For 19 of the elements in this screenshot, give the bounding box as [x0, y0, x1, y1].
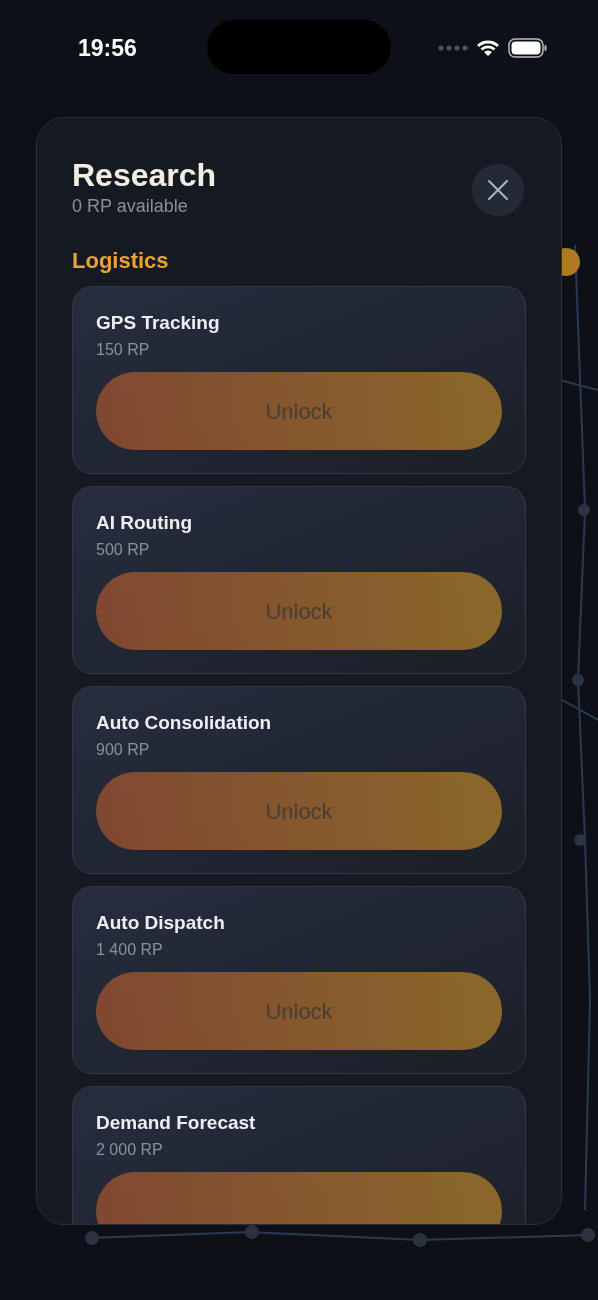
close-icon — [487, 179, 509, 201]
research-name: Auto Dispatch — [96, 911, 226, 935]
research-cost: 500 RP — [96, 540, 151, 560]
research-cost: 150 RP — [96, 340, 151, 360]
research-cost: 900 RP — [96, 740, 151, 760]
wifi-icon — [476, 39, 500, 57]
research-name: Demand Forecast — [96, 1111, 257, 1135]
close-button[interactable] — [472, 164, 524, 216]
research-cost: 1 400 RP — [96, 940, 164, 960]
panel-title: Research — [72, 156, 217, 194]
research-name: Auto Consolidation — [96, 711, 273, 735]
signal-icon — [438, 45, 468, 51]
research-name: AI Routing — [96, 511, 194, 535]
status-time: 19:56 — [78, 33, 137, 63]
section-heading: Logistics — [72, 247, 170, 275]
research-cost: 2 000 RP — [96, 1140, 164, 1160]
research-name: GPS Tracking — [96, 311, 221, 335]
rp-balance: 0 RP available — [72, 195, 189, 218]
battery-icon — [508, 38, 548, 58]
